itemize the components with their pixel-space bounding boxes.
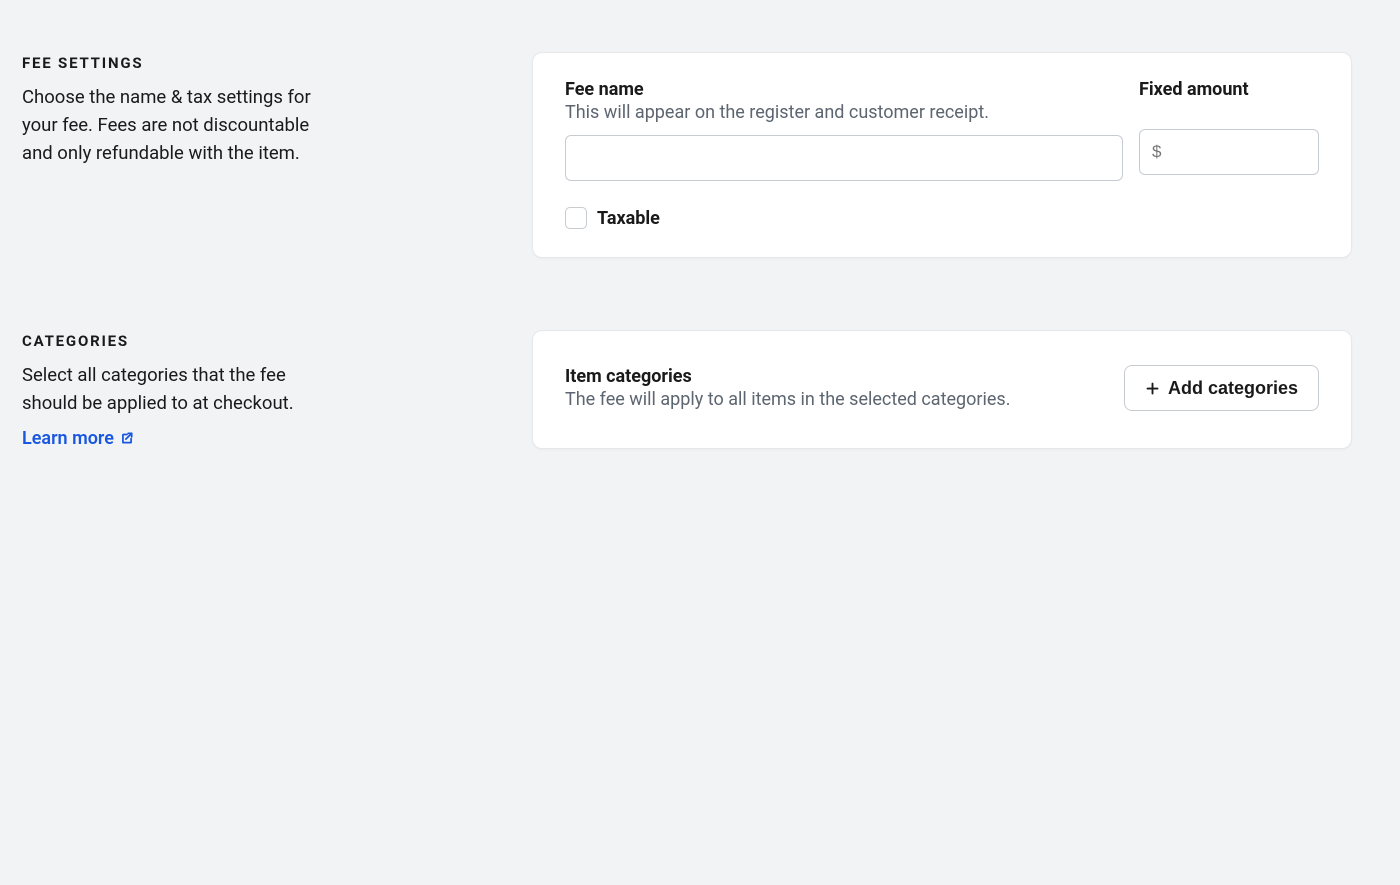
item-categories-text: Item categories The fee will apply to al… [565,366,1124,410]
fixed-amount-spacer [1139,102,1319,129]
add-categories-label: Add categories [1168,378,1298,399]
fixed-amount-label: Fixed amount [1139,79,1319,100]
add-categories-button[interactable]: Add categories [1124,365,1319,411]
section-title-categories: CATEGORIES [22,332,492,350]
fixed-amount-field-group: Fixed amount [1139,79,1319,175]
section-categories-left: CATEGORIES Select all categories that th… [22,330,532,449]
taxable-label: Taxable [597,208,660,229]
section-fee-settings: FEE SETTINGS Choose the name & tax setti… [22,52,1352,258]
fee-name-input[interactable] [565,135,1123,181]
taxable-row: Taxable [565,207,1319,229]
fixed-amount-input-wrap [1139,129,1319,175]
fee-settings-card: Fee name This will appear on the registe… [532,52,1352,258]
categories-card: Item categories The fee will apply to al… [532,330,1352,449]
fee-name-helper: This will appear on the register and cus… [565,102,1123,123]
item-categories-label: Item categories [565,366,1124,387]
external-link-icon [120,431,134,445]
item-categories-helper: The fee will apply to all items in the s… [565,389,1124,410]
plus-icon [1145,381,1160,396]
fee-settings-form-row: Fee name This will appear on the registe… [565,79,1319,181]
learn-more-link[interactable]: Learn more [22,428,134,449]
section-description-fee-settings: Choose the name & tax settings for your … [22,84,322,167]
section-description-categories: Select all categories that the fee shoul… [22,362,322,418]
section-categories: CATEGORIES Select all categories that th… [22,330,1352,449]
section-fee-settings-left: FEE SETTINGS Choose the name & tax setti… [22,52,532,258]
taxable-checkbox[interactable] [565,207,587,229]
fixed-amount-input[interactable] [1139,129,1319,175]
learn-more-label: Learn more [22,428,114,449]
fee-name-field-group: Fee name This will appear on the registe… [565,79,1123,181]
fee-name-label: Fee name [565,79,1123,100]
section-title-fee-settings: FEE SETTINGS [22,54,492,72]
